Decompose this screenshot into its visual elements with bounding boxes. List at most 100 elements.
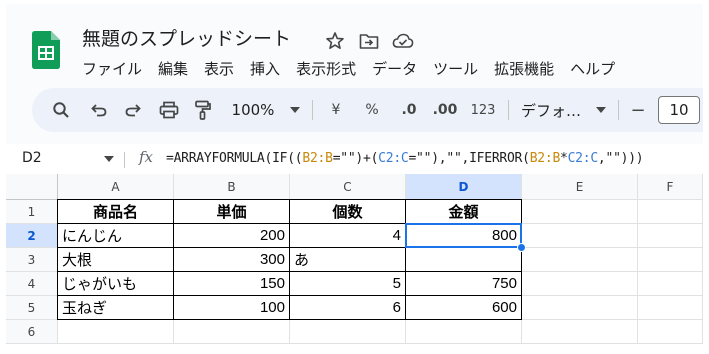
cell[interactable] [522, 224, 638, 248]
column-header-e[interactable]: E [522, 174, 638, 200]
table-border-line [289, 200, 290, 320]
cell[interactable] [522, 320, 638, 344]
cell[interactable] [174, 320, 290, 344]
cell[interactable] [638, 248, 703, 272]
table-cell[interactable]: 玉ねぎ [58, 296, 174, 320]
font-select[interactable]: デフォ… [518, 88, 584, 132]
redo-icon[interactable] [120, 88, 146, 132]
table-border-line [58, 247, 522, 248]
name-box[interactable]: D2 [22, 150, 42, 166]
table-cell[interactable]: 300 [174, 248, 290, 272]
table-cell[interactable]: 4 [290, 224, 406, 248]
number-format-button[interactable]: 123 [468, 88, 498, 132]
cloud-status-icon[interactable] [392, 30, 414, 52]
row-header-1[interactable]: 1 [6, 200, 58, 224]
menu-tools[interactable]: ツール [433, 58, 478, 79]
table-header-cell[interactable]: 単価 [174, 200, 290, 224]
percent-format-button[interactable]: % [362, 88, 382, 132]
cell[interactable] [406, 320, 522, 344]
cell[interactable] [638, 272, 703, 296]
paint-format-icon[interactable] [190, 88, 216, 132]
toolbar: 100% ¥ % .0 .00 123 デフォ… − 10 [32, 88, 703, 132]
menu-help[interactable]: ヘルプ [570, 58, 615, 79]
search-icon[interactable] [48, 88, 74, 132]
star-icon[interactable] [324, 30, 346, 52]
formula-text: =""),"",IFERROR( [408, 151, 530, 166]
row-header-3[interactable]: 3 [6, 248, 58, 272]
font-size-input[interactable]: 10 [658, 96, 700, 124]
cell[interactable] [638, 200, 703, 224]
fill-handle[interactable] [517, 243, 526, 252]
decrease-decimal-button[interactable]: .0 [394, 88, 424, 132]
menu-bar: ファイル 編集 表示 挿入 表示形式 データ ツール 拡張機能 ヘルプ [82, 58, 631, 79]
sheets-logo-icon[interactable] [32, 31, 60, 69]
formula-range-ref: C2:C [378, 151, 409, 166]
row-header-4[interactable]: 4 [6, 272, 58, 296]
table-cell[interactable]: 600 [406, 296, 522, 320]
chevron-down-icon[interactable] [594, 88, 608, 132]
formula-text: =ARRAYFORMULA(IF(( [166, 151, 303, 166]
zoom-select[interactable]: 100% [226, 88, 280, 132]
cell[interactable] [58, 320, 174, 344]
toolbar-divider [312, 100, 313, 120]
column-header-c[interactable]: C [290, 174, 406, 200]
formula-range-ref: B2:B [529, 151, 561, 166]
table-cell[interactable]: 大根 [58, 248, 174, 272]
column-header-d[interactable]: D [406, 174, 522, 200]
table-cell[interactable]: 5 [290, 272, 406, 296]
row-header-5[interactable]: 5 [6, 296, 58, 320]
decrease-font-size-button[interactable]: − [628, 88, 648, 132]
increase-decimal-button[interactable]: .00 [430, 88, 460, 132]
table-cell[interactable]: 750 [406, 272, 522, 296]
row-header-2[interactable]: 2 [6, 224, 58, 248]
cell[interactable] [522, 296, 638, 320]
spreadsheet-grid[interactable]: A B C D E F 1 2 3 4 5 6 商品名 単価 個数 金額 にんじん 200 4 800 大根 300 あじゃ… [6, 174, 703, 350]
undo-icon[interactable] [86, 88, 112, 132]
row-header-6[interactable]: 6 [6, 320, 58, 344]
cell[interactable] [638, 320, 703, 344]
menu-data[interactable]: データ [372, 58, 417, 79]
formula-range-ref: B2:B [302, 151, 333, 166]
table-cell[interactable]: 800 [406, 224, 522, 248]
document-title[interactable]: 無題のスプレッドシート [82, 24, 291, 51]
chevron-down-icon[interactable] [288, 88, 302, 132]
table-cell[interactable]: 150 [174, 272, 290, 296]
select-all-corner[interactable] [6, 174, 58, 200]
menu-format[interactable]: 表示形式 [296, 58, 356, 79]
table-border-line [58, 295, 522, 296]
table-header-cell[interactable]: 商品名 [58, 200, 174, 224]
move-to-folder-icon[interactable] [358, 30, 380, 52]
cell[interactable] [638, 296, 703, 320]
cell[interactable] [290, 320, 406, 344]
column-header-b[interactable]: B [174, 174, 290, 200]
currency-format-button[interactable]: ¥ [326, 88, 346, 132]
menu-file[interactable]: ファイル [82, 58, 142, 79]
formula-bar-divider [124, 152, 125, 168]
name-box-dropdown-icon[interactable] [104, 156, 114, 162]
table-header-cell[interactable]: 金額 [406, 200, 522, 224]
table-cell[interactable]: 6 [290, 296, 406, 320]
formula-text: * [560, 151, 568, 166]
table-cell[interactable]: 200 [174, 224, 290, 248]
menu-view[interactable]: 表示 [204, 58, 234, 79]
menu-extensions[interactable]: 拡張機能 [494, 58, 554, 79]
table-cell[interactable]: にんじん [58, 224, 174, 248]
table-cell[interactable]: じゃがいも [58, 272, 174, 296]
cell[interactable] [522, 272, 638, 296]
menu-edit[interactable]: 編集 [158, 58, 188, 79]
table-cell[interactable] [406, 248, 522, 272]
table-border-line [173, 200, 174, 320]
column-header-a[interactable]: A [58, 174, 174, 200]
print-icon[interactable] [156, 88, 182, 132]
cell[interactable] [638, 224, 703, 248]
formula-text: ="")+( [332, 151, 379, 166]
table-cell[interactable]: 100 [174, 296, 290, 320]
table-cell[interactable]: あ [290, 248, 406, 272]
cell[interactable] [522, 248, 638, 272]
app-window: 無題のスプレッドシート ファイル 編集 表示 挿入 表示形式 データ ツール 拡… [6, 4, 703, 350]
cell[interactable] [522, 200, 638, 224]
formula-input[interactable]: =ARRAYFORMULA(IF((B2:B="")+(C2:C=""),"",… [166, 151, 644, 166]
table-header-cell[interactable]: 個数 [290, 200, 406, 224]
menu-insert[interactable]: 挿入 [250, 58, 280, 79]
column-header-f[interactable]: F [638, 174, 703, 200]
